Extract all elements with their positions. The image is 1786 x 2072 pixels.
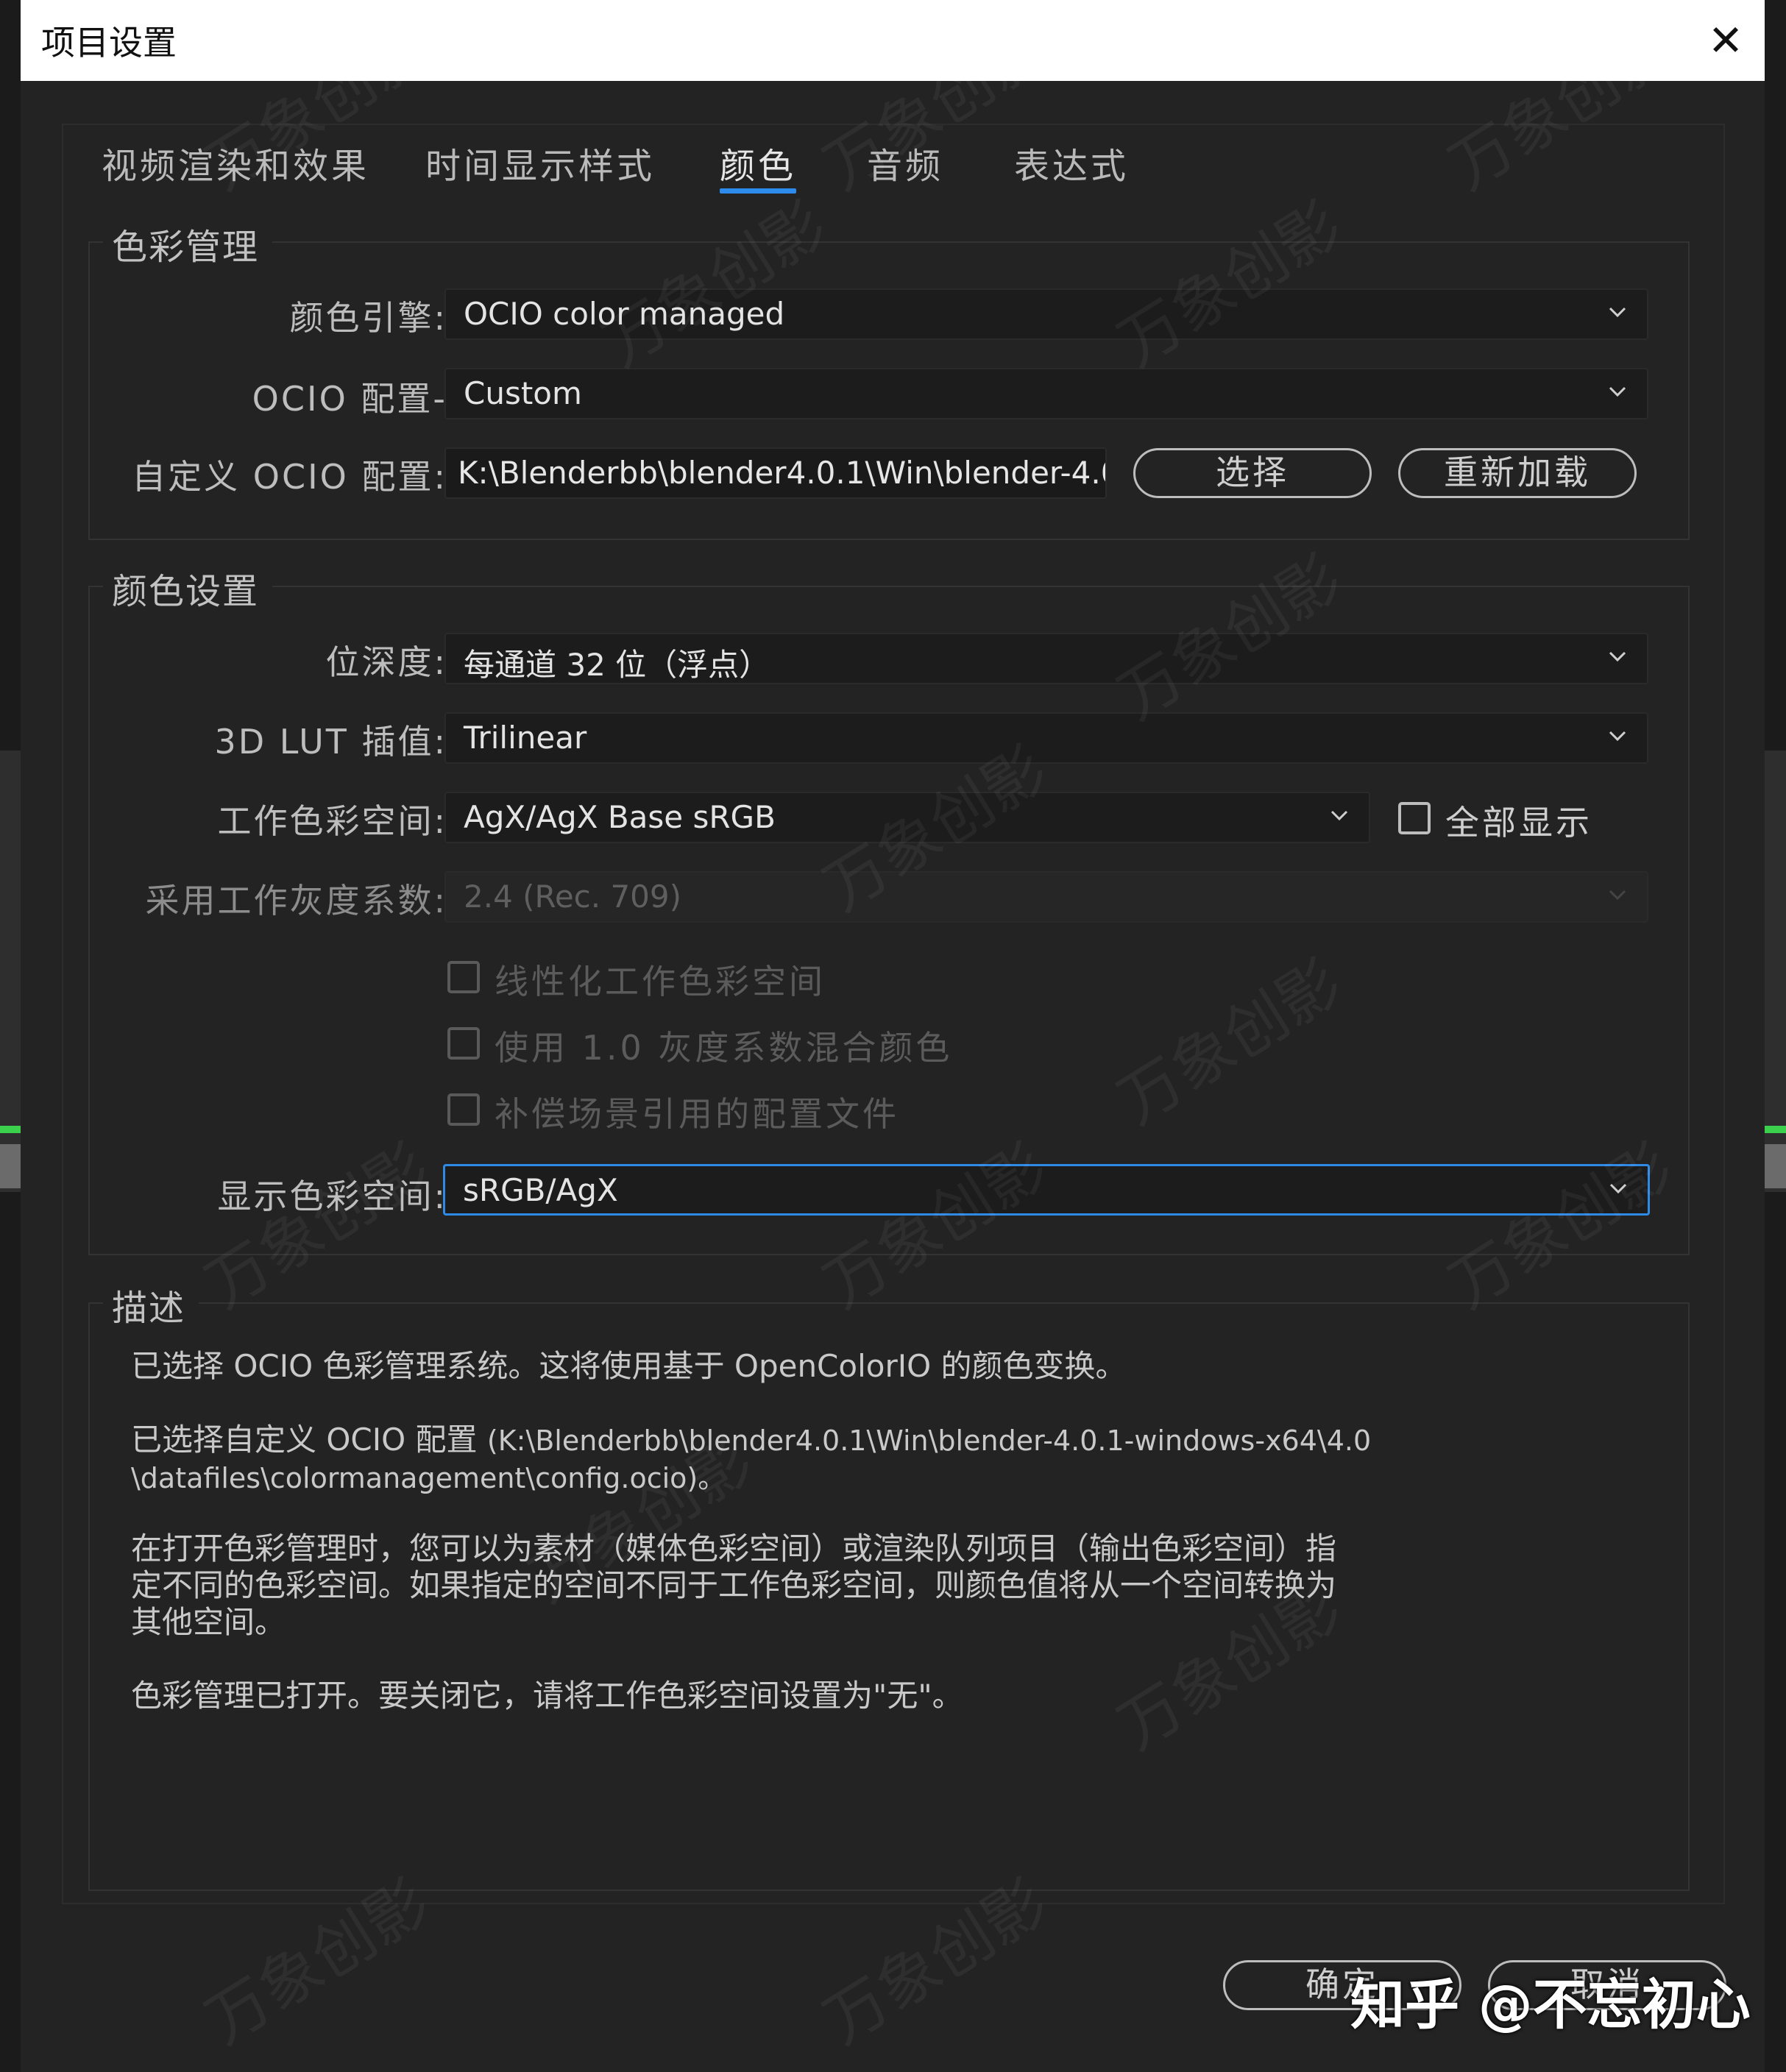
gamma-value: 2.4 (Rec. 709) — [464, 879, 682, 915]
tab-expressions[interactable]: 表达式 — [1014, 137, 1129, 188]
color-settings-title: 颜色设置 — [103, 562, 273, 614]
lut-interpolation-value: Trilinear — [464, 720, 587, 756]
chevron-down-icon — [1609, 1183, 1627, 1194]
dialog-titlebar: 项目设置 ✕ — [21, 0, 1765, 81]
working-space-value: AgX/AgX Base sRGB — [464, 799, 776, 835]
lut-interpolation-label: 3D LUT 插值: — [214, 722, 447, 762]
zhihu-watermark: 知乎 @不忘初心 — [1350, 1973, 1751, 2037]
chevron-down-icon — [1609, 651, 1626, 662]
description-text-1: 已选择 OCIO 色彩管理系统。这将使用基于 OpenColorIO 的颜色变换… — [131, 1348, 1127, 1384]
ocio-config-value: Custom — [464, 375, 582, 411]
tab-color[interactable]: 颜色 — [720, 137, 797, 194]
working-space-label: 工作色彩空间: — [217, 801, 447, 841]
description-text-3-line-2: 定不同的色彩空间。如果指定的空间不同于工作色彩空间，则颜色值将从一个空间转换为 — [131, 1567, 1337, 1603]
working-space-select[interactable]: AgX/AgX Base sRGB — [444, 792, 1370, 843]
compensate-checkbox — [447, 1093, 480, 1126]
description-paragraph-1: 已选择 OCIO 色彩管理系统。这将使用基于 OpenColorIO 的颜色变换… — [131, 1348, 1470, 1385]
gamma-label: 采用工作灰度系数: — [145, 881, 447, 920]
blend-gamma-label: 使用 1.0 灰度系数混合颜色 — [495, 1028, 953, 1068]
tab-video-rendering[interactable]: 视频渲染和效果 — [102, 137, 369, 188]
choose-button[interactable]: 选择 — [1133, 448, 1372, 498]
tab-time-display[interactable]: 时间显示样式 — [425, 137, 655, 188]
background-track-left — [0, 1144, 21, 1188]
linearize-checkbox — [447, 961, 480, 993]
color-management-title: 色彩管理 — [103, 218, 273, 269]
chevron-down-icon — [1609, 731, 1626, 742]
compensate-label: 补偿场景引用的配置文件 — [495, 1094, 899, 1134]
blend-gamma-checkbox — [447, 1027, 480, 1060]
show-all-checkbox[interactable] — [1398, 802, 1431, 834]
bit-depth-value: 每通道 32 位（浮点） — [464, 647, 770, 683]
description-text-2a: 已选择自定义 OCIO 配置 — [131, 1422, 487, 1458]
description-paragraph-4: 色彩管理已打开。要关闭它，请将工作色彩空间设置为"无"。 — [131, 1678, 1470, 1714]
bit-depth-label: 位深度: — [325, 642, 447, 682]
background-track-right — [1765, 1144, 1786, 1188]
show-all-label: 全部显示 — [1445, 803, 1592, 842]
display-space-label: 显示色彩空间: — [217, 1177, 447, 1216]
tab-audio[interactable]: 音频 — [867, 137, 943, 188]
close-icon[interactable]: ✕ — [1700, 15, 1751, 66]
gamma-select: 2.4 (Rec. 709) — [444, 871, 1648, 923]
color-engine-select[interactable]: OCIO color managed — [444, 288, 1648, 340]
description-paragraph-2: 已选择自定义 OCIO 配置 (K:\Blenderbb\blender4.0.… — [131, 1422, 1470, 1497]
ocio-config-select[interactable]: Custom — [444, 368, 1648, 419]
description-config-path: (K:\Blenderbb\blender4.0.1\Win\blender-4… — [486, 1424, 1372, 1457]
description-text-3-line-1: 在打开色彩管理时，您可以为素材（媒体色彩空间）或渲染队列项目（输出色彩空间）指 — [131, 1530, 1337, 1567]
dialog-title: 项目设置 — [41, 23, 177, 63]
ocio-config-label: OCIO 配置- — [252, 379, 447, 419]
custom-ocio-config-path: K:\Blenderbb\blender4.0.1\Win\blender-4.… — [458, 455, 1105, 491]
description-text-3-line-3: 其他空间。 — [131, 1604, 286, 1640]
custom-ocio-config-path-field[interactable]: K:\Blenderbb\blender4.0.1\Win\blender-4.… — [444, 447, 1107, 499]
custom-ocio-config-label: 自定义 OCIO 配置: — [132, 457, 447, 497]
description-config-path-end: \datafiles\colormanagement\config.ocio)。 — [131, 1462, 726, 1494]
chevron-down-icon — [1609, 890, 1626, 901]
reload-button[interactable]: 重新加载 — [1398, 448, 1637, 498]
chevron-down-icon — [1330, 810, 1348, 821]
bit-depth-select[interactable]: 每通道 32 位（浮点） — [444, 633, 1648, 684]
chevron-down-icon — [1609, 307, 1626, 318]
active-tab-underline — [720, 188, 797, 194]
chevron-down-icon — [1609, 386, 1626, 397]
lut-interpolation-select[interactable]: Trilinear — [444, 712, 1648, 764]
color-engine-value: OCIO color managed — [464, 296, 785, 332]
project-settings-dialog: 项目设置 ✕ 视频渲染和效果 时间显示样式 颜色 音频 表达式 色彩管理 颜色引… — [21, 0, 1765, 2072]
color-engine-label: 颜色引擎: — [289, 298, 447, 338]
linearize-label: 线性化工作色彩空间 — [495, 962, 826, 1001]
description-title: 描述 — [103, 1279, 199, 1330]
description-paragraph-3: 在打开色彩管理时，您可以为素材（媒体色彩空间）或渲染队列项目（输出色彩空间）指 … — [131, 1530, 1470, 1641]
background-timeline-bar-right — [1765, 1126, 1786, 1133]
description-text-4: 色彩管理已打开。要关闭它，请将工作色彩空间设置为"无"。 — [131, 1678, 963, 1714]
tab-color-label: 颜色 — [720, 146, 797, 187]
background-timeline-bar-left — [0, 1126, 21, 1133]
display-space-select[interactable]: sRGB/AgX — [443, 1164, 1650, 1216]
display-space-value: sRGB/AgX — [463, 1172, 618, 1208]
